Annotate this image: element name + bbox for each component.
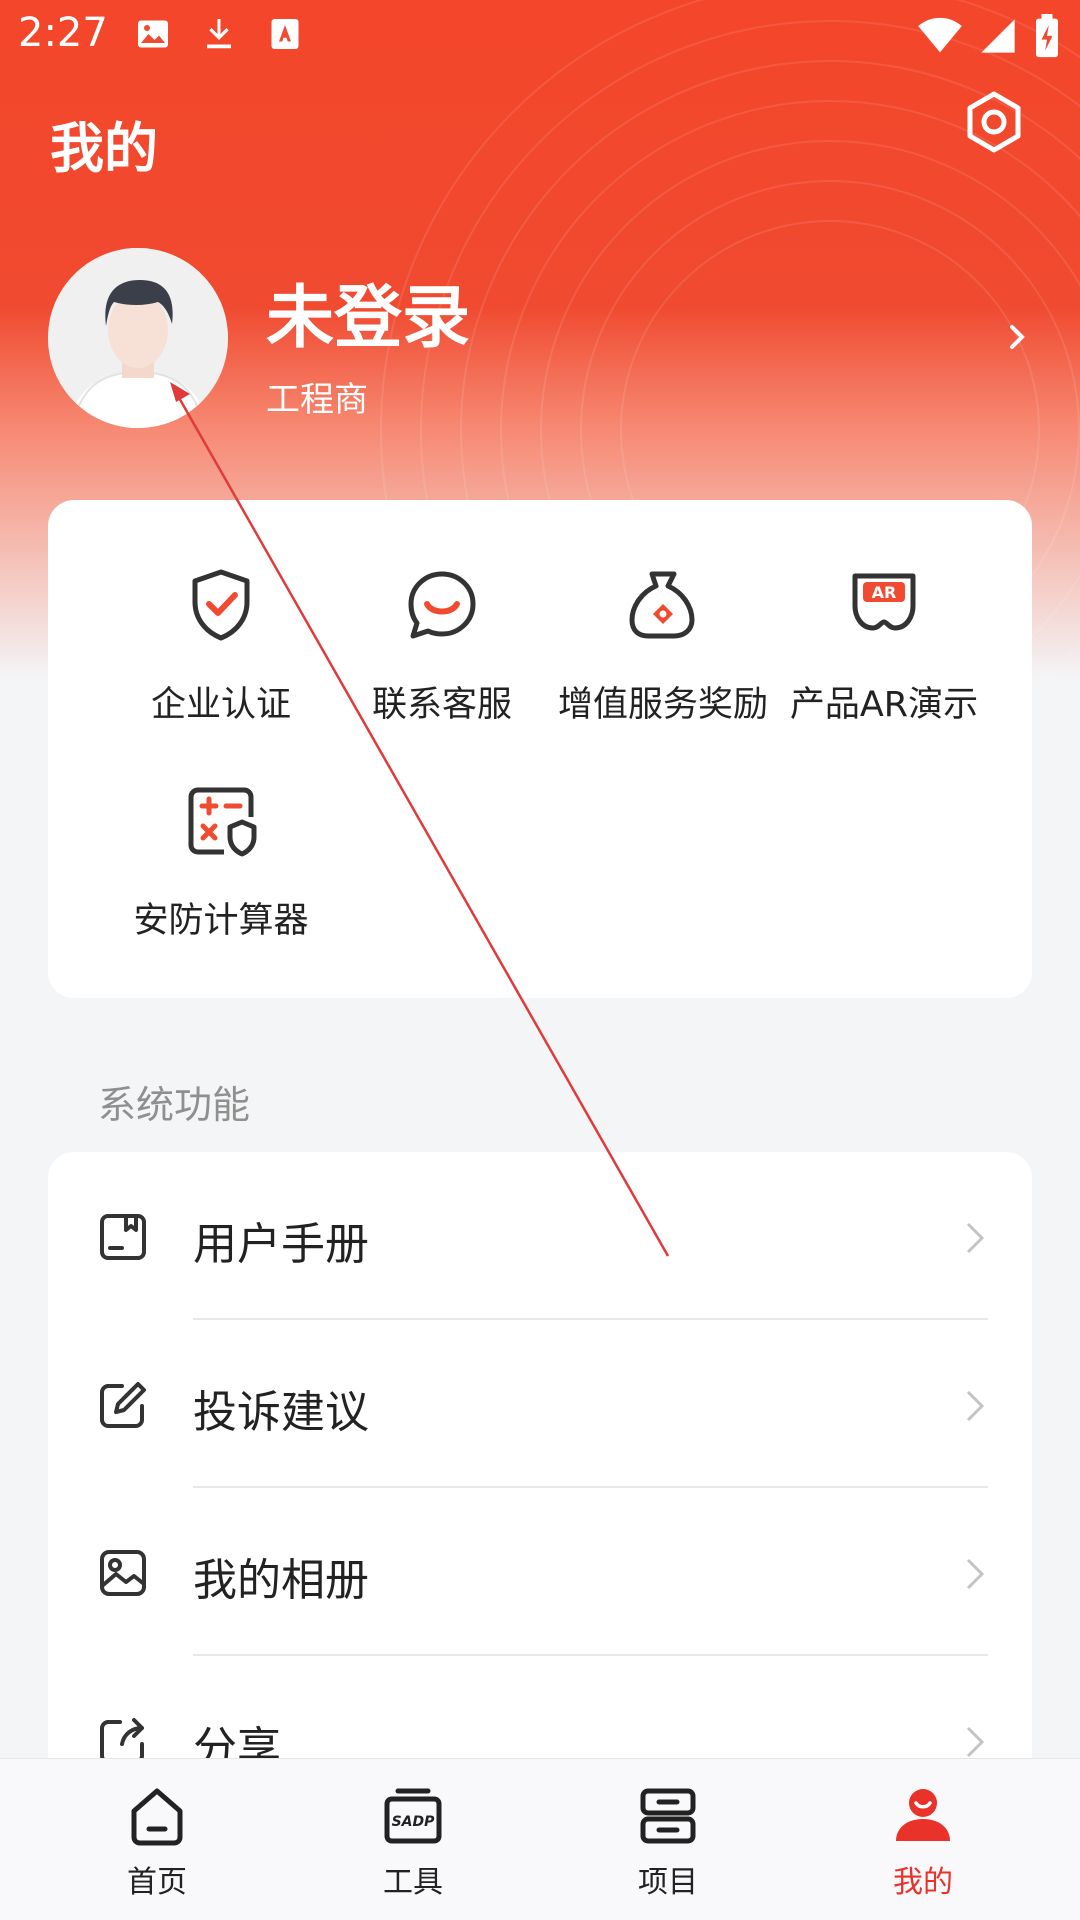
bottom-navigation: 首页 SADP 工具 项目 我的 <box>0 1758 1080 1920</box>
ar-glasses-icon: AR <box>852 573 916 631</box>
home-icon <box>131 1788 183 1846</box>
nav-tab-projects[interactable]: 项目 <box>588 1783 748 1901</box>
menu-item-user-manual[interactable]: 用户手册 <box>48 1152 1032 1320</box>
image-icon <box>138 20 168 48</box>
profile-icon <box>896 1789 950 1841</box>
quick-action-label: 增值服务奖励 <box>557 685 768 725</box>
menu-item-feedback[interactable]: 投诉建议 <box>48 1320 1032 1488</box>
quick-action-label: 安防计算器 <box>133 901 309 941</box>
sadp-tool-icon: SADP <box>384 1788 442 1844</box>
chevron-right-icon[interactable] <box>1004 322 1030 352</box>
chevron-right-icon <box>966 1726 985 1758</box>
my-page: 2:27 我的 未登录 工程商 企业认证 联系客服 增值服务奖励 AR 产品AR… <box>0 0 1080 1920</box>
nav-tab-mine[interactable]: 我的 <box>843 1783 1003 1901</box>
quick-actions-card: 企业认证 联系客服 增值服务奖励 AR 产品AR演示 安防计算器 <box>48 500 1032 998</box>
page-title: 我的 <box>50 117 158 180</box>
menu-item-label: 用户手册 <box>193 1219 369 1270</box>
menu-item-my-album[interactable]: 我的相册 <box>48 1488 1032 1656</box>
quick-action-security-calculator[interactable]: 安防计算器 <box>106 782 336 943</box>
quick-action-value-added-reward[interactable]: 增值服务奖励 <box>548 566 778 727</box>
settings-hexagon-icon[interactable] <box>962 90 1026 154</box>
section-title: 系统功能 <box>98 1083 251 1127</box>
status-bar: 2:27 <box>0 0 1080 72</box>
money-bag-icon <box>629 571 695 639</box>
status-time: 2:27 <box>18 10 108 56</box>
nav-label: 项目 <box>638 1865 698 1900</box>
shield-check-icon <box>192 569 250 641</box>
chevron-right-icon <box>966 1390 985 1422</box>
quick-action-label: 产品AR演示 <box>789 685 979 725</box>
quick-action-customer-service[interactable]: 联系客服 <box>327 566 557 727</box>
chevron-right-icon <box>966 1558 985 1590</box>
quick-action-enterprise-cert[interactable]: 企业认证 <box>106 566 336 727</box>
nav-tab-home[interactable]: 首页 <box>77 1783 237 1901</box>
album-icon <box>100 1550 146 1596</box>
menu-item-share[interactable]: 分享 <box>48 1656 1032 1772</box>
profile-name[interactable]: 未登录 <box>266 262 470 361</box>
quick-action-label: 联系客服 <box>371 685 512 725</box>
sadp-icon-text: SADP <box>392 1814 436 1830</box>
battery-charging-icon <box>1036 14 1058 58</box>
svg-text:AR: AR <box>872 583 897 602</box>
chat-smile-icon <box>408 571 476 639</box>
manual-icon <box>100 1214 146 1260</box>
accessibility-icon <box>271 19 299 49</box>
nav-label: 首页 <box>127 1865 187 1900</box>
wifi-icon <box>918 17 962 53</box>
nav-tab-tools[interactable]: SADP 工具 <box>333 1783 493 1901</box>
calculator-shield-icon <box>188 787 257 857</box>
nav-label: 我的 <box>893 1865 953 1900</box>
avatar[interactable] <box>48 248 228 428</box>
menu-item-label: 我的相册 <box>193 1555 369 1606</box>
edit-icon <box>100 1382 146 1428</box>
user-avatar-illustration <box>48 248 228 428</box>
download-icon <box>207 19 231 49</box>
chevron-right-icon <box>966 1222 985 1254</box>
profile-role: 工程商 <box>266 380 368 420</box>
quick-action-label: 企业认证 <box>150 685 291 725</box>
project-icon <box>640 1788 696 1844</box>
cellular-signal-icon <box>981 19 1015 53</box>
quick-action-product-ar-demo[interactable]: AR 产品AR演示 <box>769 566 999 727</box>
nav-label: 工具 <box>383 1865 443 1900</box>
menu-item-label: 投诉建议 <box>193 1387 369 1438</box>
system-functions-list: 用户手册 投诉建议 我的相册 分享 <box>48 1152 1032 1772</box>
